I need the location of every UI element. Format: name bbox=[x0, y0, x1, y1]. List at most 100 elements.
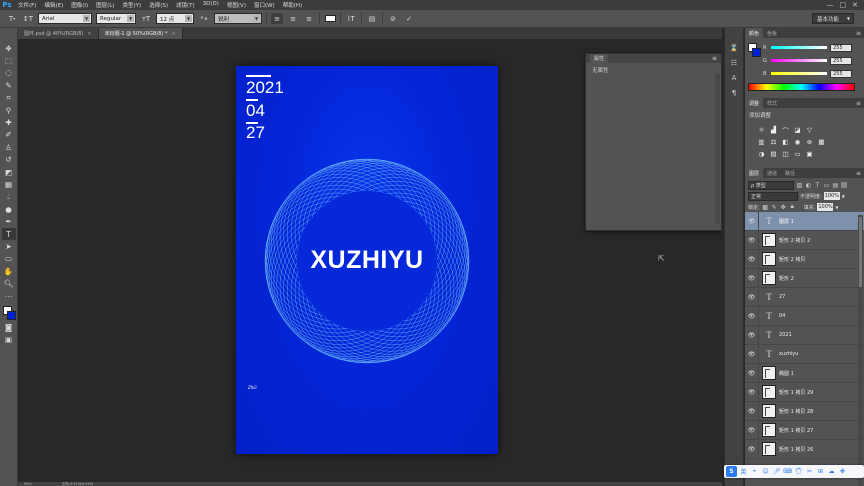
slider-track[interactable] bbox=[771, 72, 827, 75]
lock-pixels-icon[interactable]: ▩ bbox=[762, 204, 769, 211]
visibility-eye-icon[interactable]: 👁︎ bbox=[745, 325, 759, 345]
visibility-eye-icon[interactable]: 👁︎ bbox=[745, 382, 759, 402]
font-family-select[interactable]: Arial ▼ bbox=[38, 13, 92, 24]
move-tool-icon[interactable]: ✥ bbox=[2, 42, 16, 54]
color-lookup-icon[interactable]: ▦ bbox=[817, 137, 826, 146]
filter-pixel-icon[interactable]: ▨ bbox=[796, 182, 803, 189]
poster-canvas[interactable]: 2021 04 27 XUZHIYU Zhiii bbox=[236, 66, 498, 454]
blur-tool-icon[interactable]: 💧︎ bbox=[2, 191, 16, 203]
curves-icon[interactable]: ⌒ bbox=[781, 125, 790, 135]
panel-menu-icon[interactable]: ≡ bbox=[856, 170, 864, 177]
gradient-map-icon[interactable]: ▭ bbox=[793, 149, 802, 158]
visibility-eye-icon[interactable]: 👁︎ bbox=[745, 230, 759, 250]
panel-menu-icon[interactable]: ≡ bbox=[712, 55, 721, 62]
clone-stamp-tool-icon[interactable]: ♙ bbox=[2, 141, 16, 153]
grid-icon[interactable]: ⊞ bbox=[816, 468, 825, 475]
antialias-select[interactable]: 锐利 ▼ bbox=[214, 13, 262, 24]
character-icon[interactable]: A bbox=[727, 72, 741, 83]
dodge-tool-icon[interactable]: ● bbox=[2, 203, 16, 215]
tab-channels[interactable]: 通道 bbox=[763, 168, 781, 178]
layer-row[interactable]: 👁︎ 矩形 1 拷贝 28 bbox=[745, 401, 864, 421]
more-tools-icon[interactable]: ⋯ bbox=[2, 290, 16, 302]
skin-icon[interactable]: 👕︎ bbox=[794, 468, 803, 475]
eyedropper-tool-icon[interactable]: ⚲ bbox=[2, 104, 16, 116]
lock-all-icon[interactable]: 🔒︎ bbox=[789, 203, 796, 211]
color-spectrum[interactable] bbox=[748, 83, 855, 91]
warp-text-icon[interactable]: ⌇T bbox=[345, 13, 357, 24]
tab-properties[interactable]: 属性 bbox=[590, 54, 609, 63]
visibility-eye-icon[interactable]: 👁︎ bbox=[745, 344, 759, 364]
lock-position-icon[interactable]: ✥ bbox=[780, 204, 787, 211]
menu-item[interactable]: 滤镜(T) bbox=[172, 1, 199, 9]
slider-value[interactable]: 255 bbox=[830, 43, 852, 52]
layer-row[interactable]: 👁︎ T 2021 bbox=[745, 325, 864, 345]
workspace-select[interactable]: 基本功能 ▼ bbox=[811, 13, 854, 24]
align-center-icon[interactable]: ≡ bbox=[287, 13, 299, 24]
character-panel-icon[interactable]: ▤ bbox=[366, 13, 378, 24]
pen-tool-icon[interactable]: ✒ bbox=[2, 215, 16, 227]
quick-select-tool-icon[interactable]: ✎ bbox=[2, 79, 16, 91]
layer-row[interactable]: 👁︎ 矩形 1 拷贝 27 bbox=[745, 420, 864, 440]
color-background-swatch[interactable] bbox=[752, 48, 761, 57]
layer-row[interactable]: 👁︎ T 04 bbox=[745, 306, 864, 326]
menu-item[interactable]: 帮助(H) bbox=[279, 1, 306, 9]
filter-smart-icon[interactable]: ▤ bbox=[832, 182, 839, 189]
path-selection-tool-icon[interactable]: ➤ bbox=[2, 240, 16, 252]
maximize-button[interactable]: □ bbox=[840, 1, 847, 9]
ime-logo[interactable]: S bbox=[726, 466, 737, 477]
fill-input[interactable]: 100% bbox=[817, 203, 834, 211]
zoom-level[interactable]: 50% bbox=[24, 482, 32, 486]
cancel-icon[interactable]: ⊘ bbox=[387, 13, 399, 24]
tab-color[interactable]: 颜色 bbox=[745, 28, 764, 38]
ime-mode[interactable]: 英 bbox=[739, 467, 748, 476]
crop-tool-icon[interactable]: ⌗ bbox=[2, 92, 16, 104]
menu-item[interactable]: 视图(V) bbox=[223, 1, 250, 9]
channel-mixer-icon[interactable]: ⊗ bbox=[805, 137, 814, 146]
healing-brush-tool-icon[interactable]: ✚ bbox=[2, 116, 16, 128]
menu-item[interactable]: 文件(F) bbox=[14, 1, 40, 9]
visibility-eye-icon[interactable]: 👁︎ bbox=[745, 306, 759, 326]
panel-menu-icon[interactable]: ≡ bbox=[856, 100, 864, 107]
selective-color-icon[interactable]: ▣ bbox=[805, 149, 814, 158]
tab-paths[interactable]: 路径 bbox=[781, 168, 799, 178]
close-button[interactable]: ✕ bbox=[852, 1, 858, 9]
visibility-eye-icon[interactable]: 👁︎ bbox=[745, 249, 759, 269]
canvas-area[interactable]: 2021 04 27 XUZHIYU Zhiii ⇱ 属性 ≡ 无属性 bbox=[18, 39, 722, 482]
slider-track[interactable] bbox=[771, 46, 827, 49]
commit-check-icon[interactable]: ✓ bbox=[403, 13, 415, 24]
background-color-swatch[interactable] bbox=[6, 311, 16, 321]
menu-item[interactable]: 编辑(E) bbox=[40, 1, 67, 9]
layer-row[interactable]: 👁︎ 矩形 2 拷贝 2 bbox=[745, 230, 864, 250]
tools-icon[interactable]: ✂ bbox=[805, 468, 814, 475]
history-icon[interactable]: ⌛ bbox=[727, 42, 741, 53]
black-white-icon[interactable]: ◧ bbox=[781, 137, 790, 146]
layer-row[interactable]: 👁︎ 矩形 1 拷贝 29 bbox=[745, 382, 864, 402]
levels-icon[interactable]: ▟ bbox=[769, 125, 778, 134]
emoji-icon[interactable]: ☺ bbox=[761, 468, 770, 475]
menu-item[interactable]: 图层(L) bbox=[92, 1, 118, 9]
visibility-eye-icon[interactable]: 👁︎ bbox=[745, 439, 759, 459]
filter-type-icon[interactable]: T bbox=[814, 182, 821, 189]
hand-tool-icon[interactable]: ✋ bbox=[2, 265, 16, 277]
properties-icon[interactable]: ☷ bbox=[727, 57, 741, 68]
minimize-button[interactable]: — bbox=[827, 1, 834, 9]
menu-item[interactable]: 窗口(W) bbox=[250, 1, 279, 9]
quick-mask-icon[interactable]: ◙ bbox=[2, 321, 16, 333]
layer-row[interactable]: 👁︎ 矩形 1 拷贝 26 bbox=[745, 439, 864, 459]
invert-icon[interactable]: ◑ bbox=[757, 149, 766, 158]
vibrance-icon[interactable]: ▽ bbox=[805, 125, 814, 134]
tab-adjustments[interactable]: 调整 bbox=[745, 98, 764, 108]
layer-row[interactable]: 👁︎ Txuzhiyu bbox=[745, 344, 864, 364]
tab-layers[interactable]: 图层 bbox=[745, 168, 764, 178]
tab-document-2[interactable]: 未标题-1 @ 50%(RGB/8) * × bbox=[98, 28, 183, 39]
eraser-tool-icon[interactable]: ◩ bbox=[2, 166, 16, 178]
slider-r[interactable]: R 255 bbox=[763, 43, 863, 52]
slider-b[interactable]: B 255 bbox=[763, 69, 863, 78]
panel-menu-icon[interactable]: ≡ bbox=[856, 30, 864, 37]
opacity-input[interactable]: 100% bbox=[823, 192, 840, 200]
visibility-eye-icon[interactable]: 👁︎ bbox=[745, 212, 759, 231]
menu-item[interactable]: 图像(I) bbox=[67, 1, 92, 9]
slider-track[interactable] bbox=[771, 59, 827, 62]
chevron-down-icon[interactable]: ▼ bbox=[835, 205, 838, 210]
voice-icon[interactable]: 🎤︎ bbox=[772, 468, 781, 475]
